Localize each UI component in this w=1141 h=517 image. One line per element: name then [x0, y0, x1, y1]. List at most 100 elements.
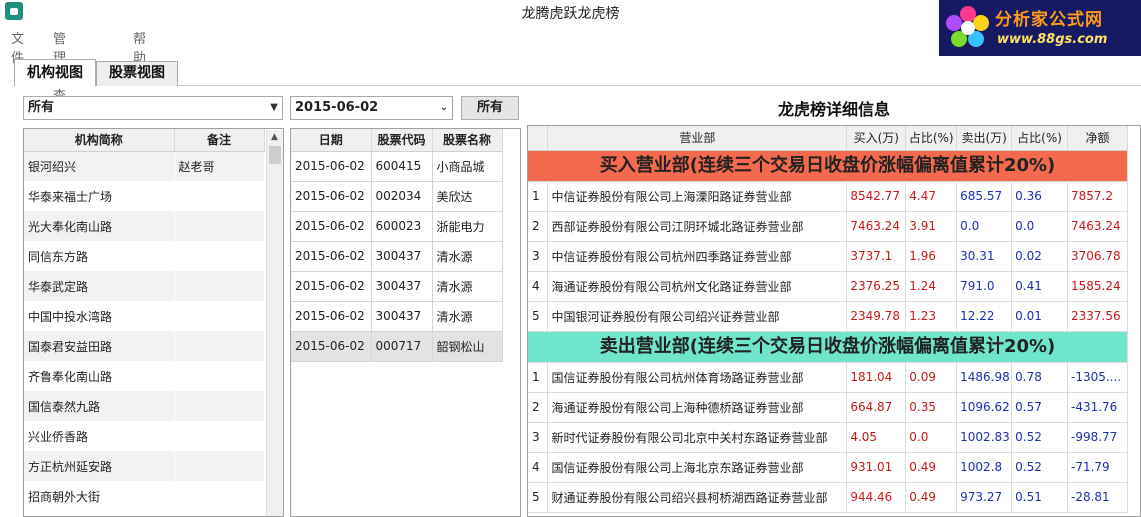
institution-name-cell: 齐鲁奉化南山路	[24, 361, 175, 391]
buy-ratio-cell: 1.23	[905, 301, 958, 332]
tab-institution-view[interactable]: 机构视图	[14, 59, 96, 86]
column-header-date[interactable]: 日期	[291, 129, 372, 152]
table-row[interactable]: 4 海通证券股份有限公司杭州文化路证券营业部 2376.25 1.24 791.0 0.4…	[528, 271, 1129, 302]
table-row[interactable]: 齐鲁奉化南山路	[24, 361, 265, 391]
column-header-stock-code[interactable]: 股票代码	[371, 129, 433, 152]
branch-cell: 中国银河证券股份有限公司绍兴证券营业部	[547, 301, 848, 332]
institution-name-cell: 国泰君安益田路	[24, 331, 175, 361]
buy-section-header: 买入营业部(连续三个交易日收盘价涨幅偏离值累计20%)	[528, 150, 1127, 181]
sell-ratio-cell: 0.57	[1011, 392, 1068, 423]
table-row[interactable]: 华泰来福士广场	[24, 181, 265, 211]
table-row[interactable]: 2 西部证券股份有限公司江阴环城北路证券营业部 7463.24 3.91 0.0 0.0 7…	[528, 211, 1129, 242]
branch-cell: 海通证券股份有限公司上海种德桥路证券营业部	[547, 392, 848, 423]
net-amount-cell: 7463.24	[1067, 211, 1129, 242]
table-row[interactable]: 2015-06-02 600415 小商品城	[291, 151, 503, 182]
note-cell	[174, 391, 265, 421]
stock-name-cell: 小商品城	[432, 151, 503, 182]
table-row[interactable]: 2015-06-02 300437 清水源	[291, 241, 503, 272]
table-row[interactable]: 国信泰然九路	[24, 391, 265, 421]
buy-ratio-cell: 3.91	[905, 211, 958, 242]
column-header-sell[interactable]: 卖出(万)	[956, 126, 1013, 151]
index-cell: 3	[528, 241, 549, 272]
stock-name-cell: 浙能电力	[432, 211, 503, 242]
table-row[interactable]: 国泰君安益田路	[24, 331, 265, 361]
sell-ratio-cell: 0.52	[1011, 452, 1068, 483]
table-row[interactable]: 5 财通证券股份有限公司绍兴县柯桥湖西路证券营业部 944.46 0.49 973.27…	[528, 482, 1129, 513]
branch-cell: 国信证券股份有限公司杭州体育场路证券营业部	[547, 362, 848, 393]
table-row[interactable]: 2015-06-02 000717 韶钢松山	[291, 331, 503, 362]
table-row[interactable]: 2 海通证券股份有限公司上海种德桥路证券营业部 664.87 0.35 1096.62 0…	[528, 392, 1129, 423]
column-header-stock-name[interactable]: 股票名称	[432, 129, 503, 152]
column-header-buy[interactable]: 买入(万)	[846, 126, 907, 151]
stock-name-cell: 美欣达	[432, 181, 503, 212]
branch-cell: 新时代证券股份有限公司北京中关村东路证券营业部	[547, 422, 848, 453]
table-row[interactable]: 2015-06-02 300437 清水源	[291, 271, 503, 302]
stock-table: 日期 股票代码 股票名称 2015-06-02 600415 小商品城 2015-06…	[290, 128, 521, 517]
institution-name-cell: 招商朝外大街	[24, 481, 175, 511]
table-row[interactable]: 兴业侨香路	[24, 421, 265, 451]
table-row[interactable]: 同信东方路	[24, 241, 265, 271]
sell-section-header: 卖出营业部(连续三个交易日收盘价涨幅偏离值累计20%)	[528, 331, 1127, 362]
branch-cell: 中信证券股份有限公司上海溧阳路证券营业部	[547, 181, 848, 212]
table-row[interactable]: 3 新时代证券股份有限公司北京中关村东路证券营业部 4.05 0.0 1002.83 0.…	[528, 422, 1129, 453]
table-row[interactable]: 光大奉化南山路	[24, 211, 265, 241]
buy-ratio-cell: 0.09	[905, 362, 958, 393]
site-logo: 分析家公式网 www.88gs.com	[939, 0, 1141, 56]
index-cell: 3	[528, 422, 549, 453]
show-all-button[interactable]: 所有	[461, 96, 519, 120]
table-row[interactable]: 2015-06-02 600023 浙能电力	[291, 211, 503, 242]
column-header-institution[interactable]: 机构简称	[24, 129, 175, 152]
institution-name-cell: 国信泰然九路	[24, 391, 175, 421]
table-row[interactable]: 银河绍兴 赵老哥	[24, 151, 265, 181]
date-select[interactable]: 2015-06-02 ⌄	[290, 96, 453, 120]
sell-ratio-cell: 0.78	[1011, 362, 1068, 393]
date-cell: 2015-06-02	[291, 211, 372, 242]
table-row[interactable]: 2015-06-02 002034 美欣达	[291, 181, 503, 212]
column-header-net[interactable]: 净额	[1067, 126, 1129, 151]
table-row[interactable]: 招商朝外大街	[24, 481, 265, 511]
table-row[interactable]: 1 中信证券股份有限公司上海溧阳路证券营业部 8542.77 4.47 685.57 0.…	[528, 181, 1129, 212]
date-cell: 2015-06-02	[291, 151, 372, 182]
buy-ratio-cell: 0.49	[905, 482, 958, 513]
institution-name-cell: 方正杭州延安路	[24, 451, 175, 481]
tab-stock-view[interactable]: 股票视图	[96, 61, 178, 86]
scroll-up-icon[interactable]: ▲	[271, 132, 278, 142]
table-row[interactable]: 2015-06-02 300437 清水源	[291, 301, 503, 332]
stock-code-cell: 300437	[371, 241, 433, 272]
buy-ratio-cell: 0.35	[905, 392, 958, 423]
chevron-down-icon: ⌄	[439, 102, 448, 113]
institution-name-cell: 华泰来福士广场	[24, 181, 175, 211]
net-amount-cell: 1585.24	[1067, 271, 1129, 302]
note-cell: 赵老哥	[174, 151, 265, 181]
sell-ratio-cell: 0.41	[1011, 271, 1068, 302]
institution-name-cell: 同信东方路	[24, 241, 175, 271]
table-row[interactable]: 5 中国银河证券股份有限公司绍兴证券营业部 2349.78 1.23 12.22 0.01…	[528, 301, 1129, 332]
scrollbar-thumb[interactable]	[269, 146, 281, 164]
table-row[interactable]: 华泰武定路	[24, 271, 265, 301]
stock-name-cell: 韶钢松山	[432, 331, 503, 362]
column-header-index[interactable]	[528, 126, 549, 151]
sell-amount-cell: 1002.8	[956, 452, 1013, 483]
column-header-note[interactable]: 备注	[174, 129, 265, 152]
note-cell	[174, 271, 265, 301]
table-row[interactable]: 1 国信证券股份有限公司杭州体育场路证券营业部 181.04 0.09 1486.98 0…	[528, 362, 1129, 393]
column-header-buy-ratio[interactable]: 占比(%)	[905, 126, 958, 151]
table-row[interactable]: 中国中投水湾路	[24, 301, 265, 331]
column-header-branch[interactable]: 营业部	[547, 126, 848, 151]
institution-filter-select[interactable]: 所有 ▼	[23, 96, 283, 120]
stock-code-cell: 600415	[371, 151, 433, 182]
sell-ratio-cell: 0.01	[1011, 301, 1068, 332]
detail-table: 营业部 买入(万) 占比(%) 卖出(万) 占比(%) 净额 买入营业部(连续三…	[527, 125, 1141, 517]
table-row[interactable]: 3 中信证券股份有限公司杭州四季路证券营业部 3737.1 1.96 30.31 0.02…	[528, 241, 1129, 272]
stock-code-cell: 600023	[371, 211, 433, 242]
column-header-sell-ratio[interactable]: 占比(%)	[1011, 126, 1068, 151]
note-cell	[174, 181, 265, 211]
branch-cell: 西部证券股份有限公司江阴环城北路证券营业部	[547, 211, 848, 242]
table-row[interactable]: 方正杭州延安路	[24, 451, 265, 481]
institution-scrollbar[interactable]: ▲	[266, 130, 283, 516]
buy-ratio-cell: 4.47	[905, 181, 958, 212]
stock-code-cell: 002034	[371, 181, 433, 212]
table-row[interactable]: 4 国信证券股份有限公司上海北京东路证券营业部 931.01 0.49 1002.8 0.…	[528, 452, 1129, 483]
sell-amount-cell: 12.22	[956, 301, 1013, 332]
branch-cell: 中信证券股份有限公司杭州四季路证券营业部	[547, 241, 848, 272]
